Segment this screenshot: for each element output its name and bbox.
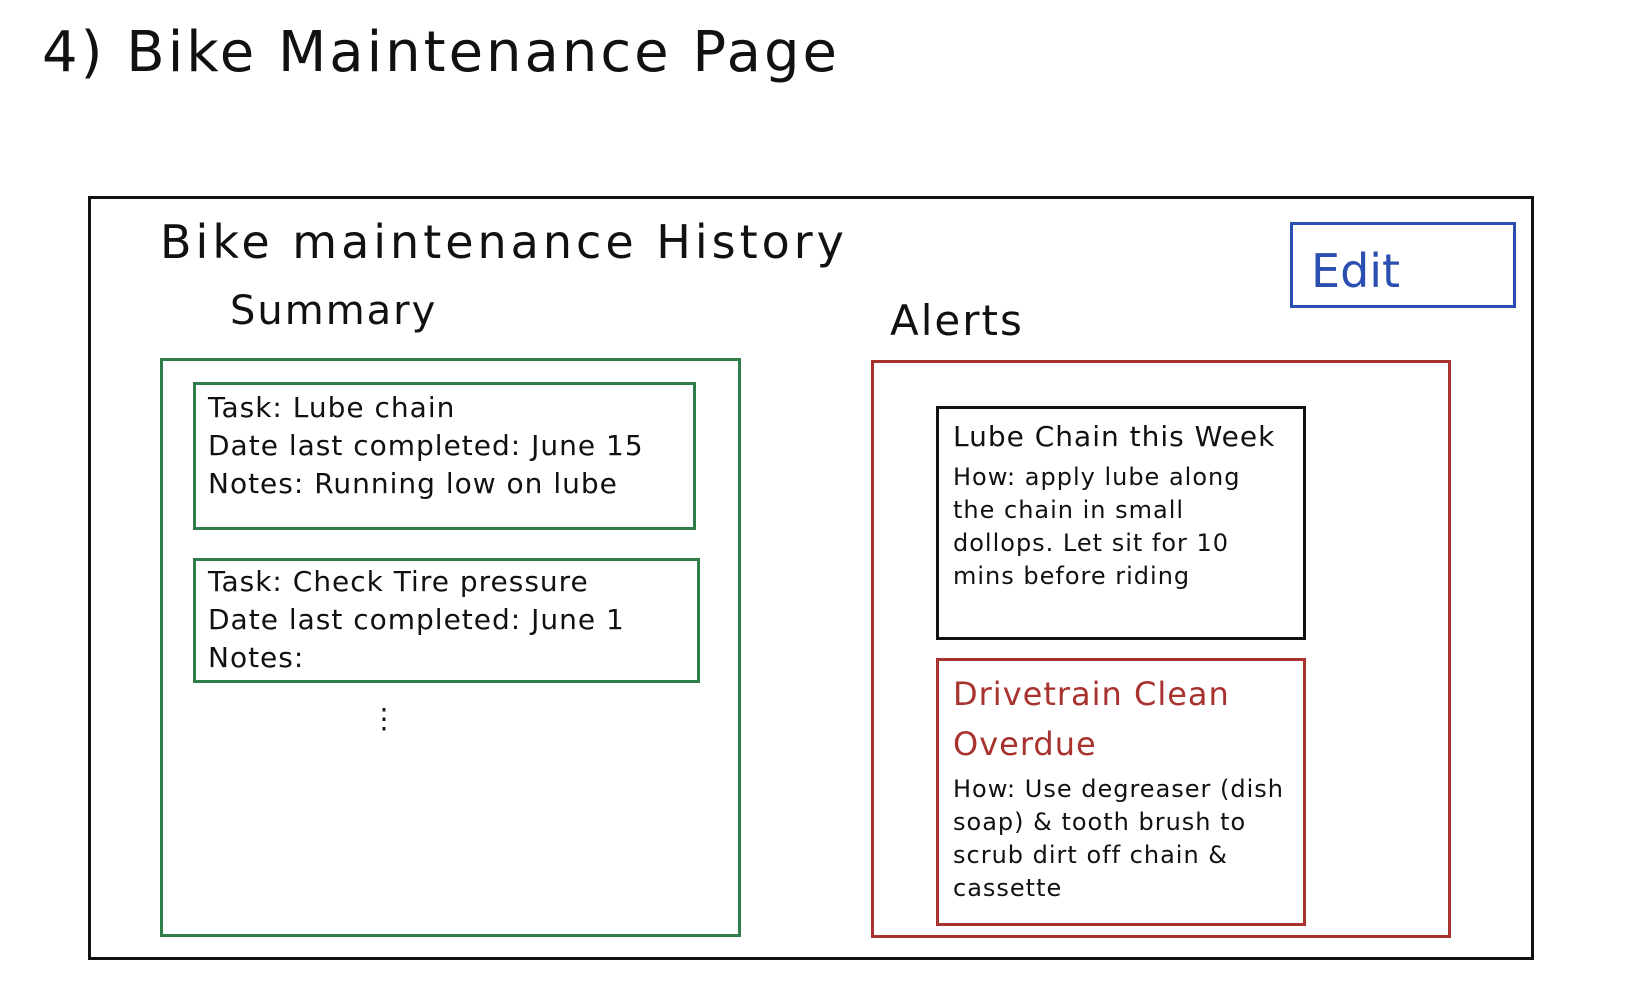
task-name: Task: Check Tire pressure (208, 565, 589, 598)
summary-heading: Summary (230, 288, 438, 334)
task-notes: Notes: (208, 641, 305, 674)
task-card-tire-pressure[interactable]: Task: Check Tire pressure Date last comp… (193, 558, 700, 683)
task-name: Task: Lube chain (208, 391, 456, 424)
alert-card-lube-chain[interactable]: Lube Chain this Week How: apply lube alo… (936, 406, 1306, 640)
more-tasks-indicator: ⋮ (370, 702, 398, 735)
alert-title: Drivetrain Clean Overdue (953, 675, 1230, 763)
task-date: Date last completed: June 15 (208, 429, 644, 462)
task-notes: Notes: Running low on lube (208, 467, 618, 500)
edit-button[interactable]: Edit (1290, 222, 1516, 308)
task-date: Date last completed: June 1 (208, 603, 625, 636)
alert-title: Lube Chain this Week (953, 420, 1276, 453)
task-card-lube-chain[interactable]: Task: Lube chain Date last completed: Ju… (193, 382, 696, 530)
history-title: Bike maintenance History (160, 215, 848, 269)
alert-body: How: Use degreaser (dish soap) & tooth b… (953, 775, 1285, 902)
page-heading: 4) Bike Maintenance Page (42, 20, 840, 85)
alerts-heading: Alerts (890, 296, 1024, 345)
alert-card-drivetrain-overdue[interactable]: Drivetrain Clean Overdue How: Use degrea… (936, 658, 1306, 926)
alert-body: How: apply lube along the chain in small… (953, 463, 1241, 590)
